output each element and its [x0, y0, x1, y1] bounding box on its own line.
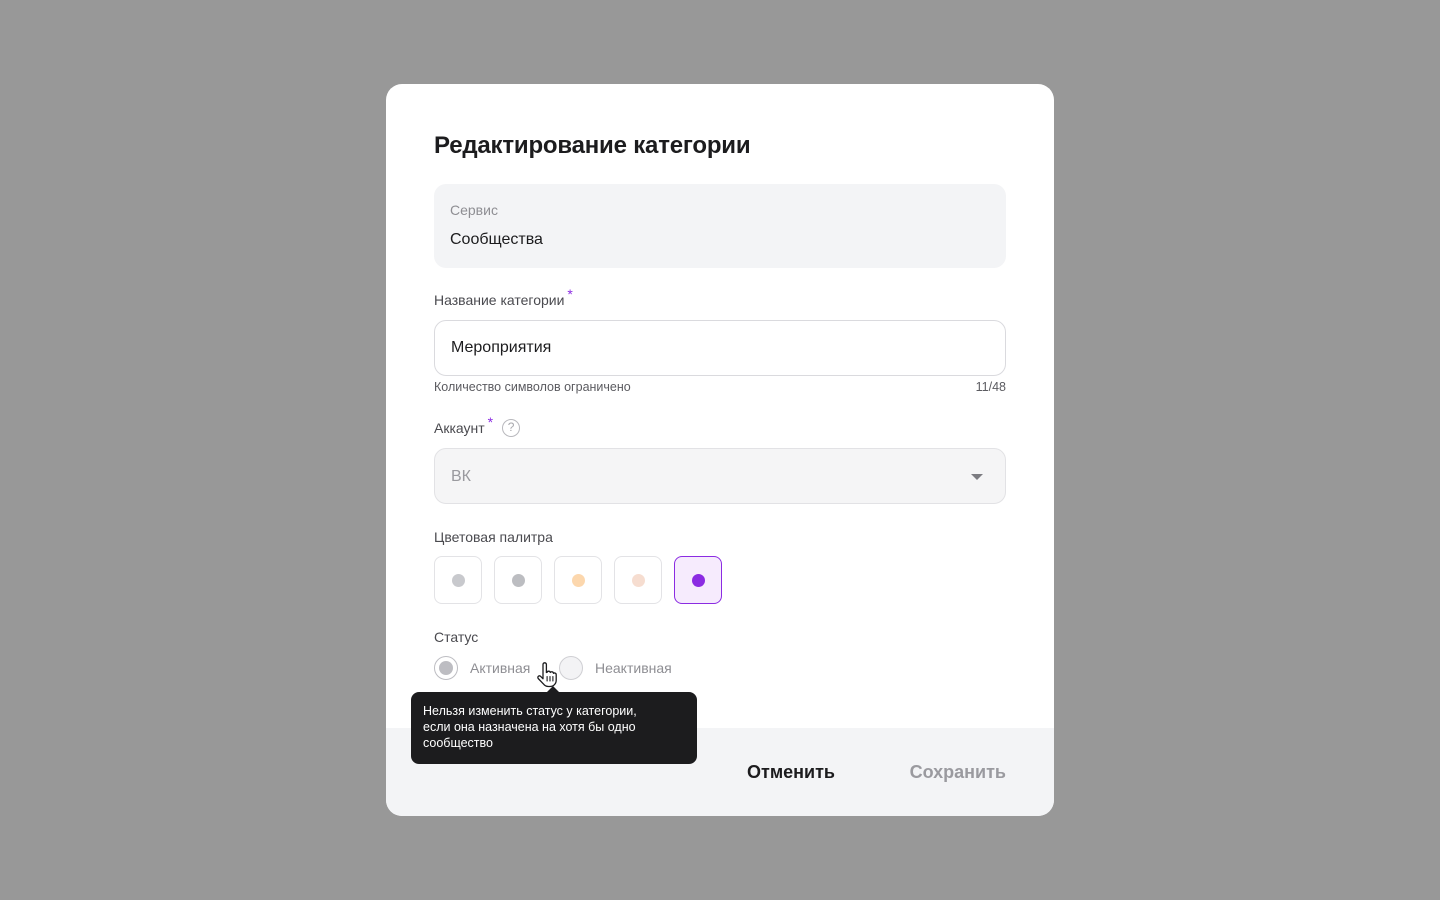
service-field: Сервис Сообщества: [434, 184, 1006, 268]
character-counter: 11/48: [975, 380, 1006, 394]
status-radio-inactive[interactable]: Неактивная: [559, 656, 672, 680]
tooltip-line: Нельзя изменить статус у категории,: [423, 704, 637, 718]
color-dot: [691, 573, 705, 587]
radio-circle: [559, 656, 583, 680]
color-dot: [451, 573, 465, 587]
category-name-label: Название категории *: [434, 286, 573, 308]
color-dot: [571, 573, 585, 587]
account-label: Аккаунт * ?: [434, 414, 521, 438]
account-select-value: ВК: [451, 468, 471, 485]
palette-label: Цветовая палитра: [434, 529, 553, 545]
color-swatch[interactable]: [614, 556, 662, 604]
tooltip-line: сообщество: [423, 736, 493, 750]
color-swatch[interactable]: [494, 556, 542, 604]
color-dot: [511, 573, 525, 587]
required-mark: *: [567, 286, 573, 302]
color-swatch[interactable]: [434, 556, 482, 604]
category-name-input[interactable]: [434, 320, 1006, 376]
question-circle-icon[interactable]: ?: [502, 419, 521, 437]
color-swatch[interactable]: [554, 556, 602, 604]
palette-label-text: Цветовая палитра: [434, 529, 553, 545]
save-button[interactable]: Сохранить: [910, 762, 1006, 783]
status-label-text: Статус: [434, 629, 479, 645]
status-label: Статус: [434, 629, 478, 645]
required-mark: *: [487, 414, 494, 430]
account-label-text: Аккаунт: [434, 420, 485, 436]
category-name-hint: Количество символов ограничено: [434, 380, 631, 394]
chevron-down-icon: [971, 474, 983, 480]
status-radio-active[interactable]: Активная: [434, 656, 530, 680]
service-value: Сообщества: [450, 231, 543, 248]
radio-circle: [434, 656, 458, 680]
color-dot: [631, 573, 645, 587]
hand-pointer-icon: [537, 662, 557, 688]
color-palette: [434, 556, 722, 604]
status-radio-label: Неактивная: [595, 660, 672, 676]
color-swatch[interactable]: [674, 556, 722, 604]
tooltip-line: если она назначена на хотя бы одно: [423, 720, 636, 734]
service-label: Сервис: [450, 202, 498, 218]
category-name-label-text: Название категории: [434, 292, 565, 308]
status-radio-label: Активная: [470, 660, 531, 676]
account-select[interactable]: ВК: [434, 448, 1006, 504]
cancel-button[interactable]: Отменить: [747, 762, 835, 783]
modal-title: Редактирование категории: [434, 132, 751, 159]
status-tooltip: Нельзя изменить статус у категории, если…: [411, 686, 697, 764]
